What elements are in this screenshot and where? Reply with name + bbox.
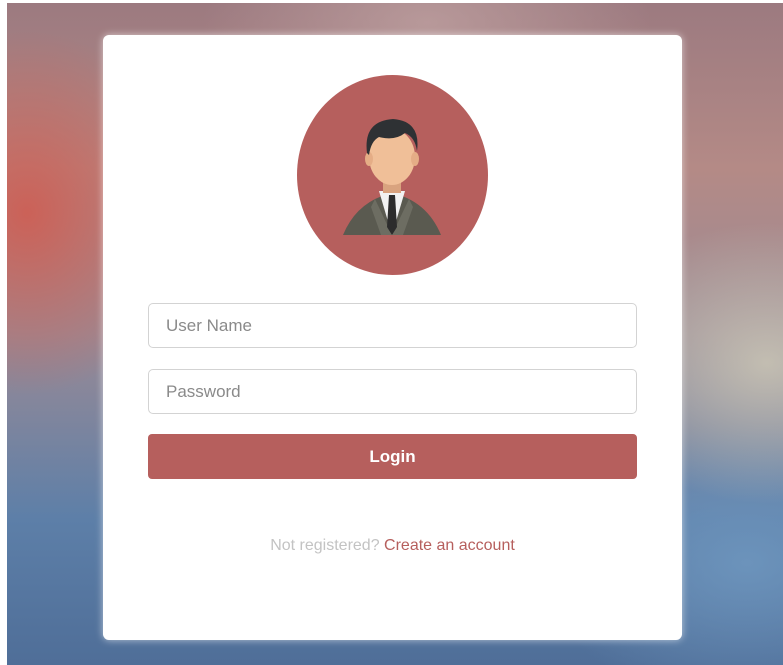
user-businessman-icon (343, 119, 441, 235)
password-field[interactable] (148, 369, 637, 414)
avatar (297, 75, 488, 275)
login-card: Login Not registered? Create an account (103, 35, 682, 640)
login-button[interactable]: Login (148, 434, 637, 479)
create-account-link[interactable]: Create an account (384, 537, 515, 554)
username-field[interactable] (148, 303, 637, 348)
register-prompt: Not registered? Create an account (103, 537, 682, 555)
register-prompt-text: Not registered? (270, 537, 380, 554)
